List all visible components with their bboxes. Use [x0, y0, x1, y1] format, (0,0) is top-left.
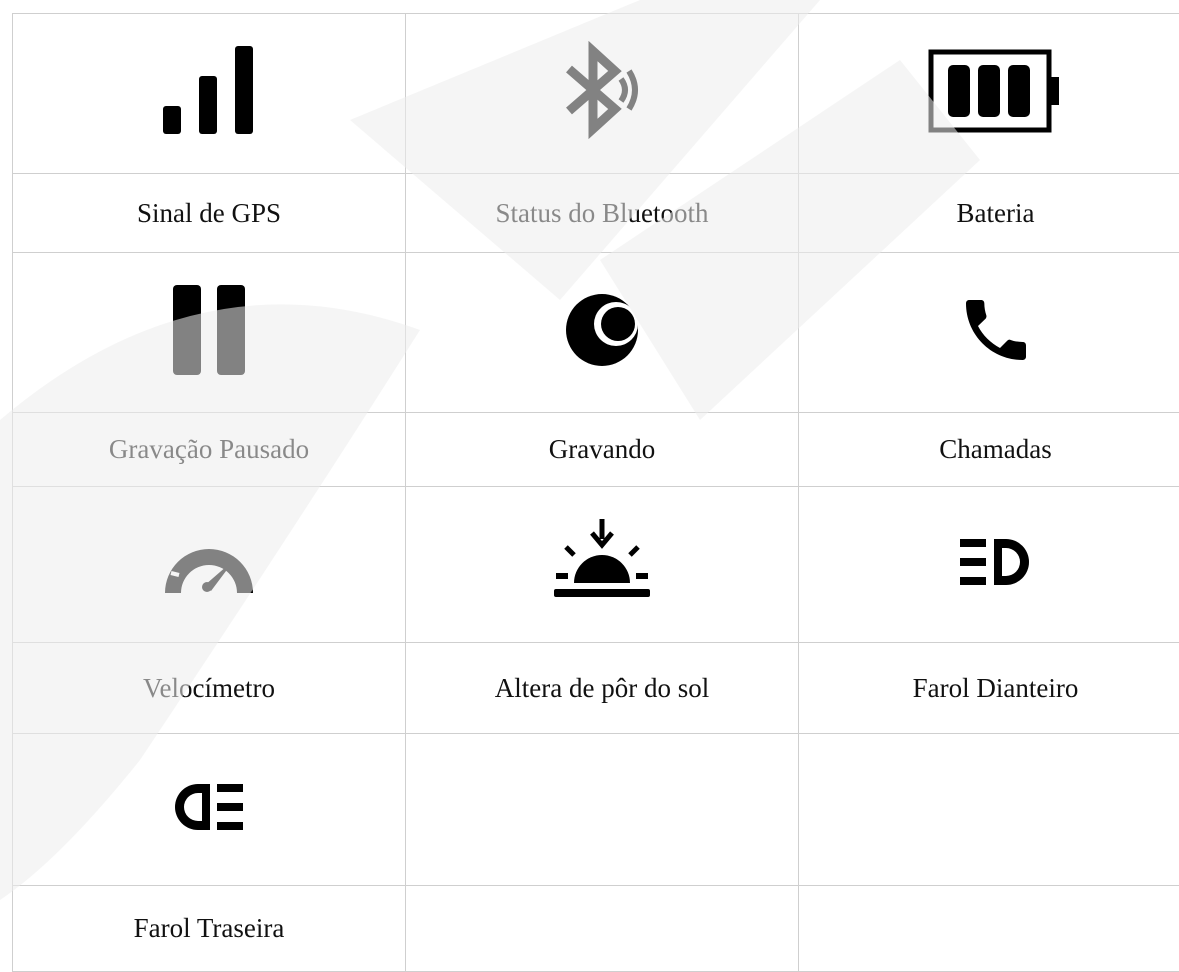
speedometer-cell	[13, 487, 406, 643]
icon-row	[13, 734, 1179, 886]
icon-row	[13, 253, 1179, 413]
icon-row	[13, 14, 1179, 174]
sunset-icon	[552, 517, 652, 607]
gps-signal-label: Sinal de GPS	[13, 174, 406, 253]
label-row: Gravação Pausado Gravando Chamadas	[13, 413, 1179, 487]
label-row: Farol Traseira	[13, 886, 1179, 972]
recording-icon	[562, 288, 642, 373]
battery-cell	[799, 14, 1179, 174]
sunset-label: Altera de pôr do sol	[406, 643, 799, 734]
speedometer-label: Velocímetro	[13, 643, 406, 734]
label-row: Velocímetro Altera de pôr do sol Farol D…	[13, 643, 1179, 734]
gps-signal-icon	[159, 44, 259, 139]
empty-cell	[799, 734, 1179, 886]
phone-label: Chamadas	[799, 413, 1179, 487]
pause-cell	[13, 253, 406, 413]
headlight-cell	[799, 487, 1179, 643]
headlight-label: Farol Dianteiro	[799, 643, 1179, 734]
recording-label: Gravando	[406, 413, 799, 487]
sunset-cell	[406, 487, 799, 643]
bluetooth-cell	[406, 14, 799, 174]
taillight-icon	[172, 780, 247, 835]
pause-icon	[169, 283, 249, 378]
empty-label	[799, 886, 1179, 972]
recording-cell	[406, 253, 799, 413]
bluetooth-label: Status do Bluetooth	[406, 174, 799, 253]
bluetooth-icon	[557, 41, 647, 141]
label-row: Sinal de GPS Status do Bluetooth Bateria	[13, 174, 1179, 253]
speedometer-icon	[159, 525, 259, 600]
headlight-icon	[958, 535, 1033, 590]
icon-legend-table: Sinal de GPS Status do Bluetooth Bateria…	[12, 13, 1179, 972]
empty-cell	[406, 734, 799, 886]
battery-label: Bateria	[799, 174, 1179, 253]
battery-icon	[928, 49, 1063, 134]
pause-label: Gravação Pausado	[13, 413, 406, 487]
gps-signal-cell	[13, 14, 406, 174]
phone-icon	[956, 285, 1036, 375]
taillight-label: Farol Traseira	[13, 886, 406, 972]
taillight-cell	[13, 734, 406, 886]
empty-label	[406, 886, 799, 972]
icon-row	[13, 487, 1179, 643]
phone-cell	[799, 253, 1179, 413]
